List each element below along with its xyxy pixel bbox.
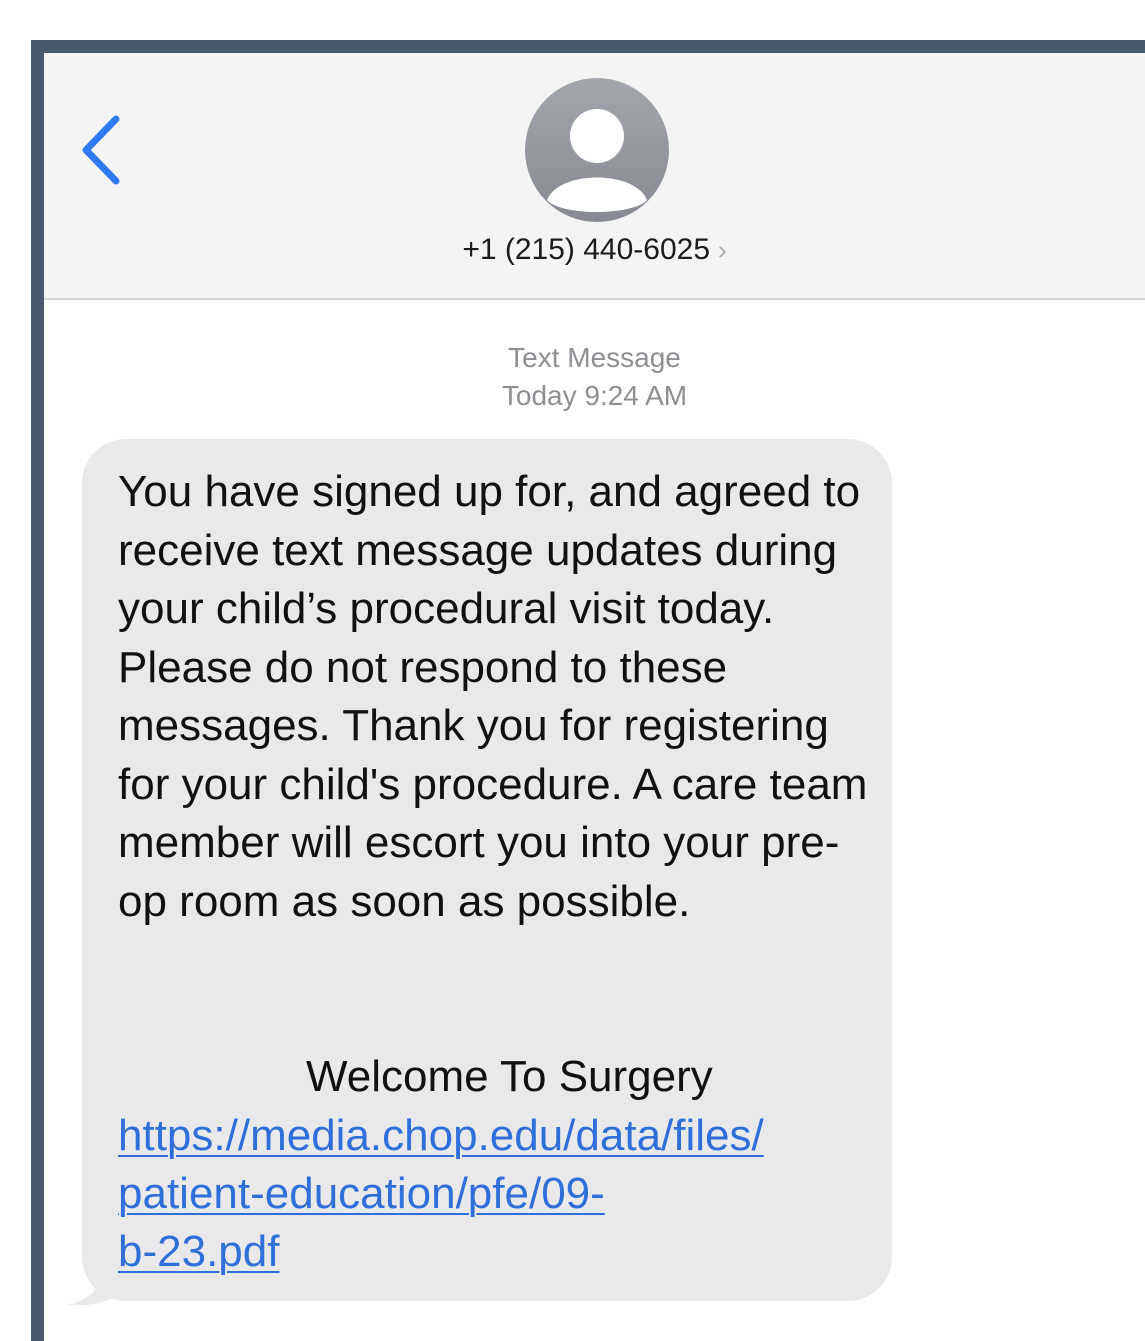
link-line-1: https://media.chop.edu/data/files/ — [118, 1111, 764, 1160]
conversation-header: +1 (215) 440-6025 › — [44, 53, 1145, 300]
contact-info-button[interactable]: +1 (215) 440-6025 › — [44, 233, 1145, 267]
message-meta: Text Message Today 9:24 AM — [44, 339, 1145, 415]
message-link[interactable]: https://media.chop.edu/data/files/ patie… — [118, 1107, 878, 1281]
welcome-title: Welcome To Surgery — [306, 1052, 713, 1101]
link-line-3: b-23.pdf — [118, 1227, 280, 1276]
contact-number: +1 (215) 440-6025 — [462, 233, 711, 266]
message-text: You have signed up for, and agreed to re… — [118, 467, 868, 926]
back-button[interactable] — [78, 115, 128, 185]
messages-screen: +1 (215) 440-6025 › Text Message Today 9:… — [44, 53, 1145, 1341]
contact-avatar[interactable] — [525, 78, 669, 222]
message-timestamp: Today 9:24 AM — [501, 380, 688, 411]
service-label: Text Message — [508, 342, 681, 373]
message-body: You have signed up for, and agreed to re… — [118, 463, 878, 931]
chevron-left-icon — [82, 115, 120, 185]
person-avatar-icon — [547, 109, 647, 212]
chevron-right-icon: › — [718, 235, 727, 265]
link-line-2: patient-education/pfe/09- — [118, 1169, 605, 1218]
